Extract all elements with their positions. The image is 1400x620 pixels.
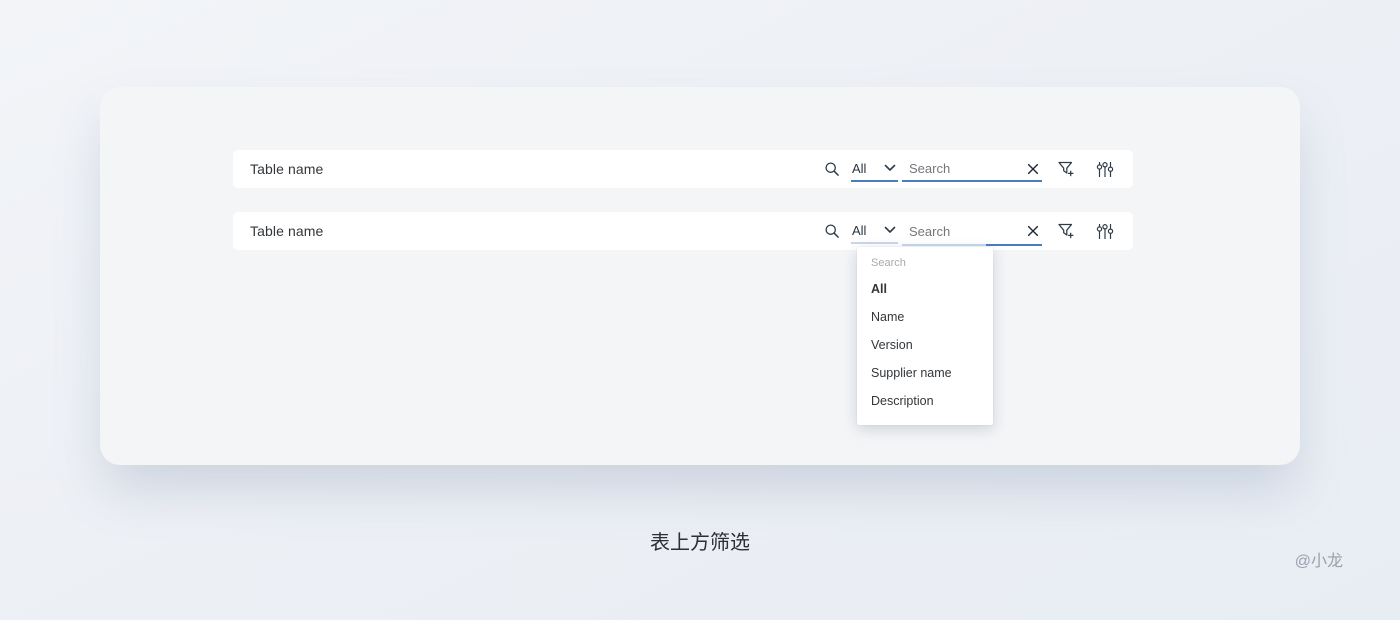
chevron-down-icon bbox=[884, 164, 896, 172]
search-field bbox=[902, 156, 1042, 182]
funnel-plus-icon bbox=[1057, 222, 1075, 240]
watermark: @小龙 bbox=[1294, 553, 1343, 570]
search-scope-value: All bbox=[852, 160, 867, 176]
search-scope-select[interactable]: All bbox=[851, 219, 898, 244]
dropdown-item-supplier-name[interactable]: Supplier name bbox=[857, 359, 993, 387]
caption: 表上方筛选 bbox=[650, 532, 750, 554]
dropdown-item-name[interactable]: Name bbox=[857, 303, 993, 331]
settings-button[interactable] bbox=[1096, 223, 1114, 240]
funnel-plus-icon bbox=[1057, 160, 1075, 178]
settings-button[interactable] bbox=[1096, 161, 1114, 178]
content-card bbox=[100, 87, 1300, 465]
toolbar-controls: All bbox=[824, 150, 1114, 188]
search-icon bbox=[824, 223, 840, 239]
search-input[interactable] bbox=[902, 156, 1042, 180]
dropdown-search-input[interactable] bbox=[871, 257, 975, 269]
add-filter-button[interactable] bbox=[1057, 222, 1075, 240]
search-field bbox=[902, 218, 1042, 246]
table-toolbar-1: Table name All bbox=[233, 150, 1133, 188]
x-clear-icon[interactable] bbox=[1027, 163, 1039, 175]
chevron-down-icon bbox=[884, 226, 896, 234]
table-title: Table name bbox=[250, 161, 324, 177]
dropdown-item-all[interactable]: All bbox=[857, 275, 993, 303]
add-filter-button[interactable] bbox=[1057, 160, 1075, 178]
dropdown-item-version[interactable]: Version bbox=[857, 331, 993, 359]
table-toolbar-2: Table name All bbox=[233, 212, 1133, 250]
sliders-icon bbox=[1096, 223, 1114, 240]
search-scope-value: All bbox=[852, 222, 867, 238]
page: Table name All Search Table name All Sea… bbox=[0, 0, 1400, 620]
underline-muted bbox=[902, 243, 986, 246]
underline-active bbox=[986, 243, 1042, 246]
search-scope-select[interactable]: All bbox=[851, 157, 898, 182]
select-dropdown: All Name Version Supplier name Descripti… bbox=[857, 247, 993, 425]
table-title: Table name bbox=[250, 223, 324, 239]
dropdown-item-description[interactable]: Description bbox=[857, 387, 993, 415]
x-clear-icon[interactable] bbox=[1027, 225, 1039, 237]
search-input[interactable] bbox=[902, 218, 1042, 244]
search-icon bbox=[824, 161, 840, 177]
sliders-icon bbox=[1096, 161, 1114, 178]
toolbar-controls: All bbox=[824, 212, 1114, 250]
